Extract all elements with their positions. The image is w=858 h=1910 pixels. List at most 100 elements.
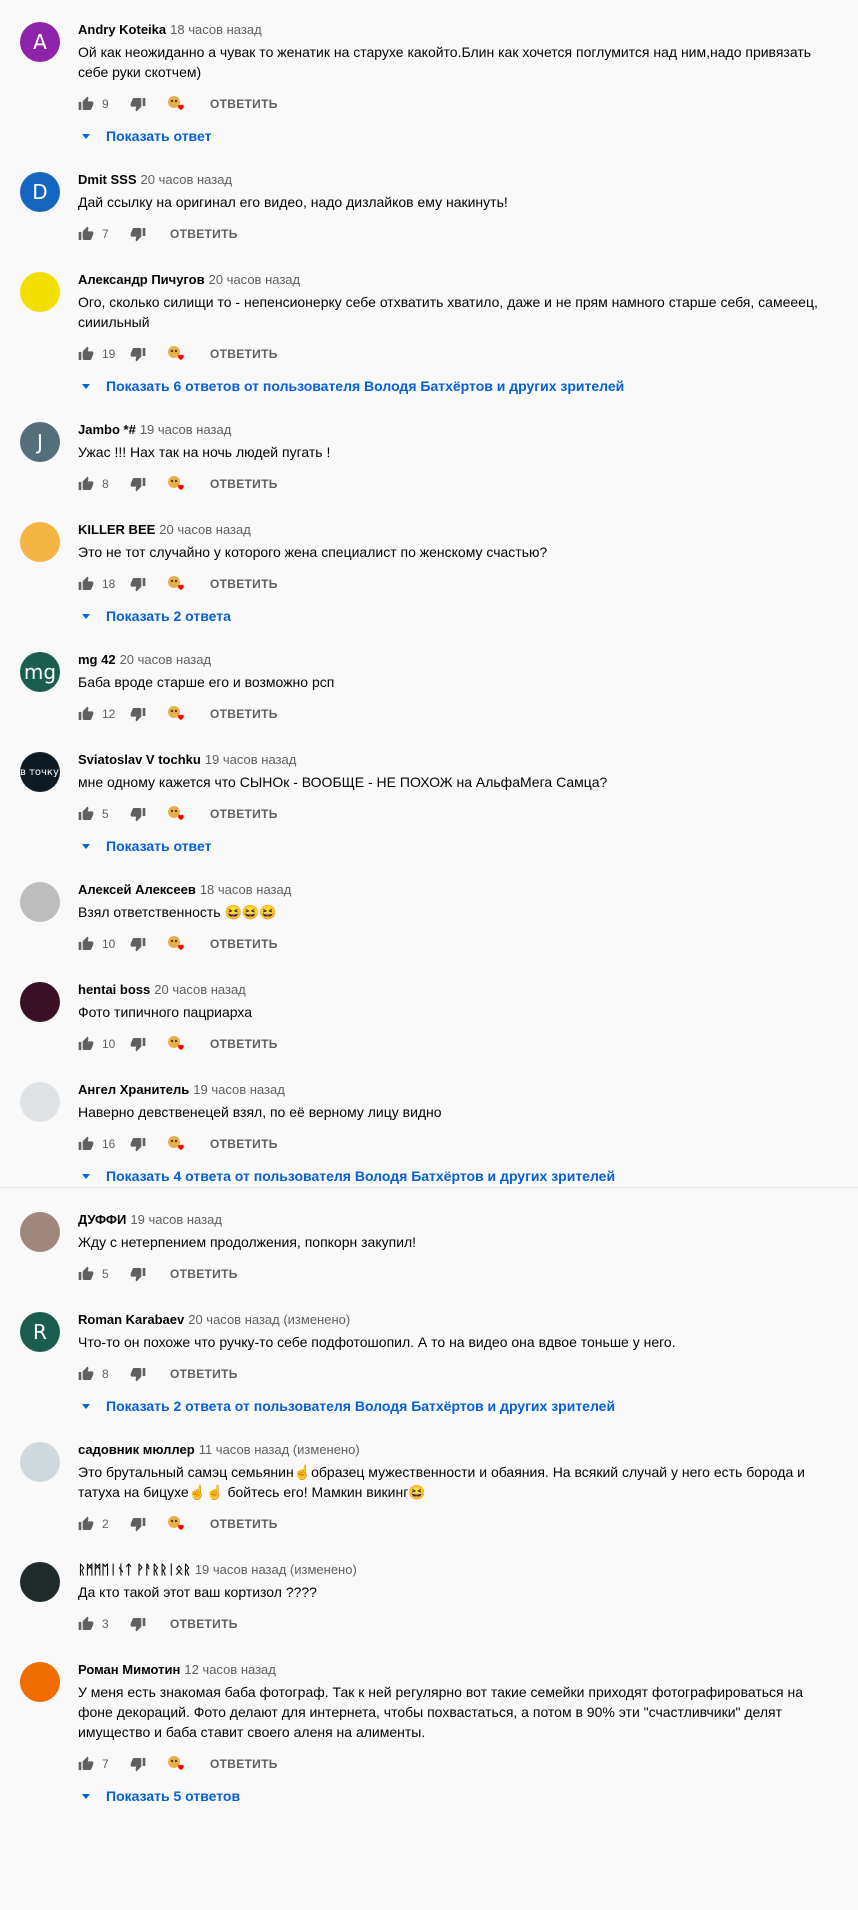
show-replies-link[interactable]: Показать 2 ответа от пользователя Володя… (78, 1392, 838, 1420)
thumbs-down-icon[interactable] (130, 1616, 146, 1632)
thumbs-up-icon[interactable] (78, 226, 94, 242)
show-replies-link[interactable]: Показать 6 ответов от пользователя Волод… (78, 372, 838, 400)
thumbs-up-icon[interactable] (78, 806, 94, 822)
thumbs-up-icon[interactable] (78, 1756, 94, 1772)
comment-time[interactable]: 19 часов назад (193, 1082, 285, 1097)
thumbs-up-icon[interactable] (78, 346, 94, 362)
reply-button[interactable]: ОТВЕТИТЬ (210, 1137, 278, 1151)
reply-button[interactable]: ОТВЕТИТЬ (170, 1267, 238, 1281)
author-name[interactable]: Sviatoslav V tochku (78, 752, 201, 767)
reply-button[interactable]: ОТВЕТИТЬ (210, 937, 278, 951)
author-name[interactable]: садовник мюллер (78, 1442, 195, 1457)
comment-time[interactable]: 11 часов назад (изменено) (199, 1442, 360, 1457)
reply-button[interactable]: ОТВЕТИТЬ (170, 227, 238, 241)
comment-time[interactable]: 20 часов назад (159, 522, 251, 537)
thumbs-up-icon[interactable] (78, 576, 94, 592)
reply-button[interactable]: ОТВЕТИТЬ (170, 1367, 238, 1381)
avatar[interactable] (20, 1662, 60, 1702)
avatar[interactable]: mg (20, 652, 60, 692)
author-name[interactable]: mg 42 (78, 652, 116, 667)
creator-heart-icon (166, 344, 186, 364)
thumbs-down-icon[interactable] (130, 96, 146, 112)
author-name[interactable]: Roman Karabaev (78, 1312, 184, 1327)
reply-button[interactable]: ОТВЕТИТЬ (210, 1517, 278, 1531)
thumbs-up-icon[interactable] (78, 1516, 94, 1532)
thumbs-up-icon[interactable] (78, 706, 94, 722)
reply-button[interactable]: ОТВЕТИТЬ (210, 347, 278, 361)
avatar[interactable]: A (20, 22, 60, 62)
thumbs-up-icon[interactable] (78, 1366, 94, 1382)
show-replies-link[interactable]: Показать 2 ответа (78, 602, 838, 630)
avatar[interactable]: J (20, 422, 60, 462)
author-name[interactable]: Ангел Хранитель (78, 1082, 189, 1097)
thumbs-down-icon[interactable] (130, 806, 146, 822)
thumbs-down-icon[interactable] (130, 476, 146, 492)
comment-time[interactable]: 19 часов назад (205, 752, 297, 767)
avatar[interactable] (20, 1442, 60, 1482)
comment-time[interactable]: 20 часов назад (141, 172, 233, 187)
comment-time[interactable]: 20 часов назад (120, 652, 212, 667)
thumbs-up-icon[interactable] (78, 96, 94, 112)
author-name[interactable]: Алексей Алексеев (78, 882, 196, 897)
author-name[interactable]: Александр Пичугов (78, 272, 205, 287)
avatar[interactable]: D (20, 172, 60, 212)
thumbs-up-icon[interactable] (78, 1616, 94, 1632)
reply-button[interactable]: ОТВЕТИТЬ (210, 577, 278, 591)
comment-time[interactable]: 12 часов назад (184, 1662, 276, 1677)
author-name[interactable]: ДУФФИ (78, 1212, 126, 1227)
creator-heart-icon (166, 1754, 186, 1774)
thumbs-up-icon[interactable] (78, 476, 94, 492)
thumbs-down-icon[interactable] (130, 706, 146, 722)
show-replies-link[interactable]: Показать 5 ответов (78, 1782, 838, 1810)
thumbs-down-icon[interactable] (130, 1036, 146, 1052)
avatar[interactable] (20, 1562, 60, 1602)
author-name[interactable]: KILLER BEE (78, 522, 155, 537)
avatar[interactable] (20, 1212, 60, 1252)
author-name[interactable]: ᚱᛗᛗᛖᛁᚾᛏ ᚹᚨᚱᚱᛁᛟᚱ (78, 1562, 191, 1577)
thumbs-down-icon[interactable] (130, 1136, 146, 1152)
avatar[interactable] (20, 882, 60, 922)
comment-time[interactable]: 18 часов назад (200, 882, 292, 897)
reply-button[interactable]: ОТВЕТИТЬ (210, 807, 278, 821)
reply-button[interactable]: ОТВЕТИТЬ (210, 477, 278, 491)
show-replies-link[interactable]: Показать 4 ответа от пользователя Володя… (78, 1162, 838, 1190)
thumbs-down-icon[interactable] (130, 346, 146, 362)
comment-time[interactable]: 20 часов назад (154, 982, 246, 997)
author-name[interactable]: Andry Koteika (78, 22, 166, 37)
show-replies-link[interactable]: Показать ответ (78, 832, 838, 860)
reply-button[interactable]: ОТВЕТИТЬ (210, 97, 278, 111)
reply-button[interactable]: ОТВЕТИТЬ (170, 1617, 238, 1631)
avatar[interactable] (20, 522, 60, 562)
thumbs-down-icon[interactable] (130, 1266, 146, 1282)
reply-button[interactable]: ОТВЕТИТЬ (210, 1037, 278, 1051)
thumbs-up-icon[interactable] (78, 1136, 94, 1152)
thumbs-up-icon[interactable] (78, 936, 94, 952)
avatar[interactable] (20, 272, 60, 312)
show-replies-link[interactable]: Показать ответ (78, 122, 838, 150)
avatar[interactable] (20, 982, 60, 1022)
thumbs-down-icon[interactable] (130, 1366, 146, 1382)
thumbs-down-icon[interactable] (130, 1516, 146, 1532)
thumbs-down-icon[interactable] (130, 936, 146, 952)
comment-time[interactable]: 20 часов назад (изменено) (188, 1312, 350, 1327)
comment-time[interactable]: 19 часов назад (изменено) (195, 1562, 357, 1577)
comment-time[interactable]: 18 часов назад (170, 22, 262, 37)
thumbs-down-icon[interactable] (130, 576, 146, 592)
comment-text: Ого, сколько силищи то - непенсионерку с… (78, 294, 818, 330)
author-name[interactable]: Jambo *# (78, 422, 136, 437)
avatar[interactable]: в точку (20, 752, 60, 792)
avatar[interactable] (20, 1082, 60, 1122)
comment-time[interactable]: 20 часов назад (209, 272, 301, 287)
comment-time[interactable]: 19 часов назад (140, 422, 232, 437)
avatar[interactable]: R (20, 1312, 60, 1352)
thumbs-up-icon[interactable] (78, 1266, 94, 1282)
reply-button[interactable]: ОТВЕТИТЬ (210, 707, 278, 721)
thumbs-up-icon[interactable] (78, 1036, 94, 1052)
author-name[interactable]: Dmit SSS (78, 172, 137, 187)
author-name[interactable]: Роман Мимотин (78, 1662, 180, 1677)
reply-button[interactable]: ОТВЕТИТЬ (210, 1757, 278, 1771)
thumbs-down-icon[interactable] (130, 1756, 146, 1772)
comment-time[interactable]: 19 часов назад (130, 1212, 222, 1227)
thumbs-down-icon[interactable] (130, 226, 146, 242)
author-name[interactable]: hentai boss (78, 982, 150, 997)
